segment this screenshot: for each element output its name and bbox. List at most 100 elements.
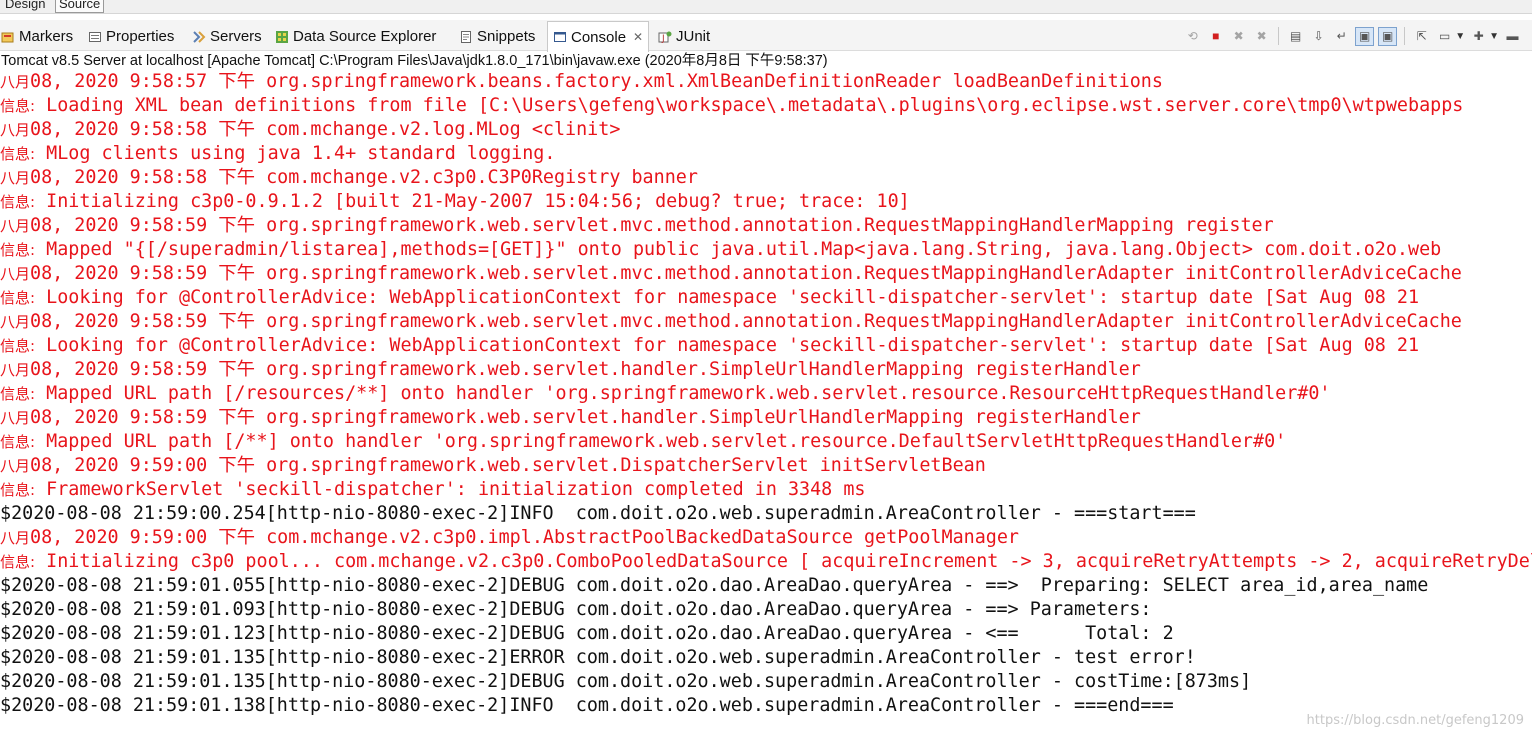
tab-console[interactable]: Console ✕	[547, 21, 650, 52]
console-line-prefix: 八月	[0, 73, 31, 91]
word-wrap-icon[interactable]: ↵	[1332, 27, 1351, 46]
console-line: $2020-08-08 21:59:01.123[http-nio-8080-e…	[0, 622, 1532, 646]
console-line-text: 08, 2020 9:58:58 下午 com.mchange.v2.c3p0.…	[30, 167, 698, 188]
view-tab-bar: Markers Properties Servers Data Source E…	[0, 20, 1532, 52]
pin-console-icon[interactable]: ⇱	[1412, 27, 1431, 46]
console-line-prefix: 信息:	[0, 193, 36, 211]
watermark: https://blog.csdn.net/gefeng1209	[1306, 713, 1524, 728]
console-line: 八月08, 2020 9:58:57 下午 org.springframewor…	[0, 70, 1532, 94]
minimize-icon[interactable]: ▬	[1503, 27, 1522, 46]
tab-design[interactable]: Design	[1, 0, 49, 13]
console-line: 八月08, 2020 9:58:58 下午 com.mchange.v2.c3p…	[0, 166, 1532, 190]
data-source-explorer-icon	[274, 29, 290, 45]
console-line: 八月08, 2020 9:58:58 下午 com.mchange.v2.log…	[0, 118, 1532, 142]
console-line: 信息: Initializing c3p0-0.9.1.2 [built 21-…	[0, 190, 1532, 214]
console-line-text: MLog clients using java 1.4+ standard lo…	[35, 143, 556, 164]
markers-icon	[0, 29, 16, 45]
console-line-prefix: 信息:	[0, 553, 36, 571]
toolbar-separator	[1404, 27, 1406, 45]
show-console-on-stdout-icon[interactable]: ▣	[1355, 26, 1375, 46]
console-process-label: Tomcat v8.5 Server at localhost [Apache …	[1, 53, 828, 69]
console-line-prefix: 八月	[0, 169, 31, 187]
console-line-prefix: 信息:	[0, 337, 36, 355]
close-icon[interactable]: ✕	[633, 30, 643, 44]
tab-source[interactable]: Source	[55, 0, 105, 13]
console-line-text: FrameworkServlet 'seckill-dispatcher': i…	[35, 479, 866, 500]
show-console-on-stderr-icon[interactable]: ▣	[1378, 26, 1398, 46]
junit-icon: J	[657, 29, 673, 45]
console-line-text: $2020-08-08 21:59:01.093[http-nio-8080-e…	[0, 599, 1163, 620]
console-line: $2020-08-08 21:59:01.093[http-nio-8080-e…	[0, 598, 1532, 622]
console-line-text: Mapped URL path [/**] onto handler 'org.…	[35, 431, 1287, 452]
console-line: 信息: Mapped URL path [/resources/**] onto…	[0, 382, 1532, 406]
console-line-text: 08, 2020 9:58:59 下午 org.springframework.…	[30, 215, 1274, 236]
console-line-prefix: 信息:	[0, 481, 36, 499]
console-line-text: Mapped "{[/superadmin/listarea],methods=…	[35, 239, 1442, 260]
console-line: $2020-08-08 21:59:01.135[http-nio-8080-e…	[0, 670, 1532, 694]
tab-properties[interactable]: Properties	[87, 22, 174, 51]
open-console-icon[interactable]: ✚	[1469, 27, 1488, 46]
console-line: 八月08, 2020 9:58:59 下午 org.springframewor…	[0, 214, 1532, 238]
console-line-text: $2020-08-08 21:59:00.254[http-nio-8080-e…	[0, 503, 1196, 524]
console-line-text: Loading XML bean definitions from file […	[35, 95, 1464, 116]
console-line: 信息: FrameworkServlet 'seckill-dispatcher…	[0, 478, 1532, 502]
console-line-prefix: 八月	[0, 529, 31, 547]
chevron-down-icon[interactable]: ▼	[1455, 31, 1465, 42]
console-line-prefix: 八月	[0, 121, 31, 139]
console-line: 信息: MLog clients using java 1.4+ standar…	[0, 142, 1532, 166]
console-line-text: 08, 2020 9:59:00 下午 org.springframework.…	[30, 455, 986, 476]
console-line-text: 08, 2020 9:58:59 下午 org.springframework.…	[30, 359, 1141, 380]
scroll-lock-icon[interactable]: ⇩	[1309, 27, 1328, 46]
console-line: $2020-08-08 21:59:01.138[http-nio-8080-e…	[0, 694, 1532, 718]
console-toolbar: ⟲ ■ ✖ ✖ ▤ ⇩ ↵ ▣ ▣ ⇱ ▭ ▼ ✚ ▼ ▬	[1183, 25, 1522, 47]
properties-icon	[87, 29, 103, 45]
console-line-text: Mapped URL path [/resources/**] onto han…	[35, 383, 1331, 404]
console-line-text: Initializing c3p0-0.9.1.2 [built 21-May-…	[35, 191, 910, 212]
console-line: 八月08, 2020 9:59:00 下午 org.springframewor…	[0, 454, 1532, 478]
tab-servers-label: Servers	[210, 28, 262, 45]
console-line: 八月08, 2020 9:58:59 下午 org.springframewor…	[0, 406, 1532, 430]
console-line: 八月08, 2020 9:58:59 下午 org.springframewor…	[0, 358, 1532, 382]
console-line: $2020-08-08 21:59:01.055[http-nio-8080-e…	[0, 574, 1532, 598]
servers-icon	[191, 29, 207, 45]
console-line-text: Initializing c3p0 pool... com.mchange.v2…	[35, 551, 1532, 572]
console-line: 信息: Loading XML bean definitions from fi…	[0, 94, 1532, 118]
tab-junit[interactable]: J JUnit	[657, 22, 710, 51]
console-line-text: $2020-08-08 21:59:01.135[http-nio-8080-e…	[0, 671, 1252, 692]
display-selected-console-icon[interactable]: ▭	[1435, 27, 1454, 46]
snippets-icon	[458, 29, 474, 45]
toolbar-separator	[1278, 27, 1280, 45]
console-line: 信息: Mapped URL path [/**] onto handler '…	[0, 430, 1532, 454]
console-line-prefix: 信息:	[0, 289, 36, 307]
tab-junit-label: JUnit	[676, 28, 711, 45]
console-line-prefix: 八月	[0, 361, 31, 379]
console-line-prefix: 八月	[0, 313, 31, 331]
console-line: 八月08, 2020 9:58:59 下午 org.springframewor…	[0, 310, 1532, 334]
console-output[interactable]: 八月08, 2020 9:58:57 下午 org.springframewor…	[0, 70, 1532, 736]
console-line: 信息: Mapped "{[/superadmin/listarea],meth…	[0, 238, 1532, 262]
console-line-prefix: 八月	[0, 265, 31, 283]
tab-properties-label: Properties	[106, 28, 175, 45]
clear-console-icon[interactable]: ▤	[1286, 27, 1305, 46]
svg-text:J: J	[661, 34, 665, 44]
tab-markers[interactable]: Markers	[0, 22, 73, 51]
chevron-down-icon[interactable]: ▼	[1489, 31, 1499, 42]
console-line-text: 08, 2020 9:58:57 下午 org.springframework.…	[30, 71, 1163, 92]
console-line: $2020-08-08 21:59:01.135[http-nio-8080-e…	[0, 646, 1532, 670]
console-line-text: Looking for @ControllerAdvice: WebApplic…	[35, 335, 1420, 356]
console-line-text: $2020-08-08 21:59:01.123[http-nio-8080-e…	[0, 623, 1174, 644]
console-line-prefix: 八月	[0, 457, 31, 475]
console-line-text: 08, 2020 9:58:59 下午 org.springframework.…	[30, 263, 1462, 284]
remove-all-terminated-icon[interactable]: ✖	[1252, 27, 1271, 46]
console-line: 八月08, 2020 9:59:00 下午 com.mchange.v2.c3p…	[0, 526, 1532, 550]
console-line: 信息: Looking for @ControllerAdvice: WebAp…	[0, 334, 1532, 358]
tab-snippets[interactable]: Snippets	[458, 22, 535, 51]
remove-launch-icon[interactable]: ✖	[1229, 27, 1248, 46]
reconnect-icon[interactable]: ⟲	[1183, 27, 1202, 46]
tab-servers[interactable]: Servers	[191, 22, 262, 51]
terminate-icon[interactable]: ■	[1206, 27, 1225, 46]
tab-data-source-explorer[interactable]: Data Source Explorer	[274, 22, 436, 51]
tab-data-source-explorer-label: Data Source Explorer	[293, 28, 437, 45]
console-icon	[552, 29, 568, 45]
tab-markers-label: Markers	[19, 28, 74, 45]
